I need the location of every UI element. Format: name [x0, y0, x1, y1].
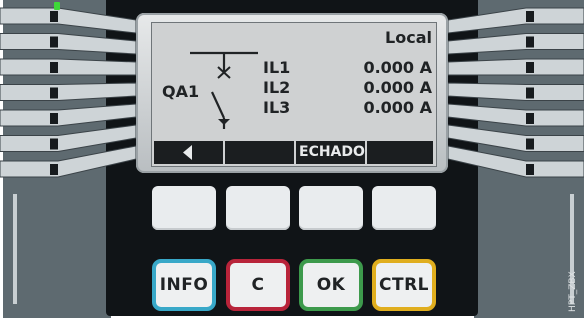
- right-ribbon: [447, 82, 584, 101]
- right-ribbon: [447, 7, 584, 34]
- softkey-2[interactable]: [225, 141, 294, 164]
- right-ribbon-clip: [526, 11, 534, 22]
- model-code-label: HPT_ZBX: [568, 271, 578, 312]
- phase-label-il3: IL3: [263, 98, 291, 117]
- right-ribbon-clip: [526, 164, 534, 175]
- right-ribbon-clip: [526, 62, 534, 73]
- function-key-f1[interactable]: [152, 186, 216, 230]
- right-ribbon: [447, 124, 584, 152]
- lcd-screen: Local QA1 IL1 0.000 A IL2 0.000 A IL3 0.…: [151, 22, 437, 167]
- left-ribbon-clip: [50, 62, 58, 73]
- right-ribbon-clip: [526, 36, 534, 48]
- function-key-f4[interactable]: [372, 186, 436, 230]
- left-ribbon-clip: [50, 138, 58, 150]
- info-button[interactable]: INFO: [152, 259, 216, 311]
- left-ribbon-clip: [50, 87, 58, 99]
- status-led: [54, 2, 60, 10]
- ctrl-button[interactable]: CTRL: [372, 259, 436, 311]
- softkey-4[interactable]: [367, 141, 433, 164]
- clear-button[interactable]: C: [226, 259, 290, 311]
- function-key-f2[interactable]: [226, 186, 290, 230]
- arrow-left-icon: [183, 145, 192, 160]
- ok-button[interactable]: OK: [299, 259, 363, 311]
- right-ribbon: [447, 33, 584, 55]
- left-ribbon-clip: [50, 36, 58, 48]
- right-ribbon: [447, 58, 584, 76]
- phase-label-il1: IL1: [263, 58, 291, 77]
- control-mode-status: Local: [385, 28, 432, 47]
- left-ribbon: [0, 7, 137, 34]
- left-ribbon: [0, 58, 137, 76]
- left-ribbon: [0, 103, 137, 127]
- phase-current-il2: 0.000 A: [363, 78, 432, 97]
- right-ribbon-clip: [526, 113, 534, 124]
- phase-current-il3: 0.000 A: [363, 98, 432, 117]
- phase-current-il1: 0.000 A: [363, 58, 432, 77]
- softkey-back[interactable]: [154, 141, 223, 164]
- left-ribbon-clip: [50, 113, 58, 124]
- right-ribbon-clip: [526, 138, 534, 150]
- left-ribbon: [0, 33, 137, 55]
- softkey-bar: ECHADO: [154, 141, 433, 164]
- softkey-echado[interactable]: ECHADO: [296, 141, 365, 164]
- protection-relay-front-panel: Local QA1 IL1 0.000 A IL2 0.000 A IL3 0.…: [0, 0, 584, 320]
- switchgear-label: QA1: [162, 82, 200, 101]
- left-ribbon-clip: [50, 164, 58, 175]
- right-ribbon-clip: [526, 87, 534, 99]
- left-ribbon: [0, 82, 137, 101]
- function-key-f3[interactable]: [299, 186, 363, 230]
- right-ribbon: [447, 103, 584, 127]
- left-ribbon: [0, 124, 137, 152]
- left-ribbon-clip: [50, 11, 58, 22]
- phase-label-il2: IL2: [263, 78, 291, 97]
